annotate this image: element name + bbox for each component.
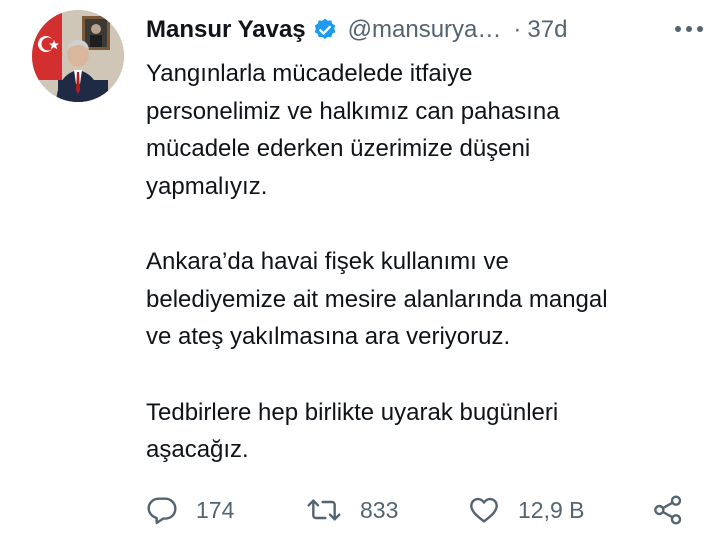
tweet-line: personelimiz ve halkımız can pahasına (146, 97, 560, 125)
tweet-paragraph: Ankara’da havai fişek kullanımı ve beled… (146, 243, 686, 356)
tweet-line: belediyemize ait mesire alanlarında mang… (146, 285, 608, 313)
verified-badge-icon (312, 17, 338, 43)
tweet-header: Mansur Yavaş @mansurya… · 37d (146, 12, 700, 48)
like-button[interactable]: 12,9 B (468, 490, 585, 530)
share-button[interactable] (652, 490, 684, 530)
profile-photo (32, 10, 124, 102)
tweet-timestamp[interactable]: 37d (527, 16, 567, 44)
tweet-text: Yangınlarla mücadelede itfaiye personeli… (146, 55, 686, 469)
retweet-icon (306, 494, 342, 526)
reply-icon (146, 494, 178, 526)
retweet-count: 833 (360, 496, 399, 523)
tweet-line: mücadele ederken üzerimize düşeni (146, 135, 531, 162)
like-count: 12,9 B (518, 496, 585, 523)
tweet-line: ve ateş yakılmasına ara veriyoruz. (146, 323, 511, 350)
avatar[interactable] (32, 10, 124, 102)
more-options-icon[interactable] (674, 14, 704, 44)
tweet-line: Yangınlarla mücadelede itfaiye (146, 60, 473, 87)
separator-dot: · (513, 16, 522, 43)
reply-count: 174 (196, 496, 235, 523)
reply-button[interactable]: 174 (146, 490, 234, 530)
tweet-line: aşacağız. (146, 436, 249, 463)
tweet-paragraph: Tedbirlere hep birlikte uyarak bugünleri… (146, 394, 686, 469)
tweet-line: Tedbirlere hep birlikte uyarak bugünleri (146, 398, 559, 426)
retweet-button[interactable]: 833 (306, 490, 398, 530)
share-icon (652, 494, 684, 526)
author-name[interactable]: Mansur Yavaş (146, 16, 306, 44)
tweet-line: yapmalıyız. (146, 172, 268, 200)
heart-icon (468, 494, 500, 526)
author-handle[interactable]: @mansurya… (348, 16, 502, 44)
tweet-line: Ankara’da havai fişek kullanımı ve (146, 248, 509, 275)
tweet-actions: 174 833 12,9 B (146, 490, 690, 530)
tweet-paragraph: Yangınlarla mücadelede itfaiye personeli… (146, 55, 686, 205)
